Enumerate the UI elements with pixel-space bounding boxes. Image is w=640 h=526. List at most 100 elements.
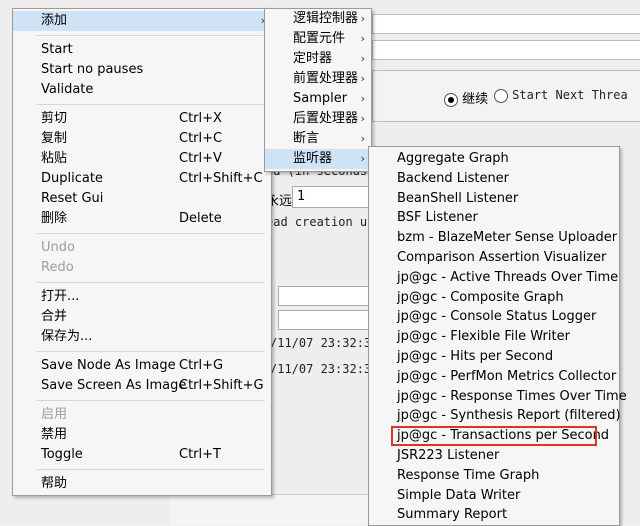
menu-item-cjk-7[interactable]: 复制 Ctrl+C (13, 129, 271, 149)
menu-item-label: JSR223 Listener (397, 448, 500, 463)
listener-item-jp-gc-synthesis-report-filtered[interactable]: jp@gc - Synthesis Report (filtered) (369, 406, 621, 426)
listener-item-jp-gc-hits-per-second[interactable]: jp@gc - Hits per Second (369, 347, 619, 367)
listener-item-jp-gc-flexible-file-writer[interactable]: jp@gc - Flexible File Writer (369, 327, 619, 347)
menu-item-label: 删除 (41, 211, 68, 226)
add-submenu-item-cjk-5[interactable]: 后置处理器 › (265, 109, 371, 129)
menu-item-label: jp@gc - Active Threads Over Time (397, 269, 619, 285)
menu-item-cjk-0[interactable]: 添加 › (13, 11, 271, 31)
menu-item-shortcut: Ctrl+Shift+C (179, 171, 263, 186)
listener-item-summary-report[interactable]: Summary Report (369, 505, 619, 525)
menu-separator (37, 104, 265, 105)
menu-item-start-no-pauses[interactable]: Start no pauses (13, 60, 271, 80)
add-submenu-item-cjk-3[interactable]: 前置处理器 › (265, 69, 371, 89)
comment-field[interactable] (372, 40, 640, 60)
submenu-arrow-icon: › (360, 72, 365, 85)
menu-item-label: Comparison Assertion Visualizer (397, 250, 607, 265)
menu-item-cjk-11[interactable]: 删除 Delete (13, 209, 271, 229)
menu-item-toggle[interactable]: Toggle Ctrl+T (13, 445, 271, 465)
menu-item-label: BeanShell Listener (397, 190, 519, 206)
menu-item-label: Aggregate Graph (397, 151, 509, 166)
listener-item-comparison-assertion-visualizer[interactable]: Comparison Assertion Visualizer (369, 248, 619, 268)
menu-item-label: Validate (41, 82, 94, 97)
menu-item-label: Reset Gui (41, 191, 104, 206)
menu-item-label: Simple Data Writer (397, 487, 521, 503)
menu-item-label: jp@gc - Response Times Over Time (397, 388, 627, 404)
menu-item-shortcut: Ctrl+G (179, 358, 224, 373)
menu-item-label: 断言 (293, 131, 320, 146)
radio-continue[interactable]: 继续 (444, 88, 488, 107)
listener-item-jsr223-listener[interactable]: JSR223 Listener (369, 446, 619, 466)
menu-item-redo: Redo (13, 258, 271, 278)
radio-continue-label: 继续 (462, 92, 489, 107)
menu-item-label: jp@gc - Flexible File Writer (397, 329, 570, 345)
menu-item-save-screen-as-image[interactable]: Save Screen As Image Ctrl+Shift+G (13, 376, 271, 396)
listener-item-bzm-blazemeter-sense-uploader[interactable]: bzm - BlazeMeter Sense Uploader (369, 228, 619, 248)
menu-item-save-node-as-image[interactable]: Save Node As Image Ctrl+G (13, 356, 271, 376)
listener-item-response-time-graph[interactable]: Response Time Graph (369, 466, 619, 486)
add-submenu-item-cjk-2[interactable]: 定时器 › (265, 49, 371, 69)
menu-item-label: 逻辑控制器 (293, 11, 359, 26)
menu-item-label: Save Node As Image (41, 358, 176, 373)
menu-item-shortcut: Delete (179, 211, 222, 226)
loop-count-value: 1 (297, 189, 306, 204)
menu-item-label: 定时器 (293, 51, 333, 66)
add-submenu-item-cjk-6[interactable]: 断言 › (265, 129, 371, 149)
menu-item-label: 打开... (41, 289, 80, 304)
menu-separator (37, 233, 265, 234)
listener-item-jp-gc-perfmon-metrics-collector[interactable]: jp@gc - PerfMon Metrics Collector (369, 367, 619, 387)
menu-item-reset-gui[interactable]: Reset Gui (13, 189, 271, 209)
radio-continue-button[interactable] (444, 92, 458, 107)
listener-item-jp-gc-composite-graph[interactable]: jp@gc - Composite Graph (369, 288, 619, 308)
menu-item-cjk-16[interactable]: 打开... (13, 287, 271, 307)
duration-input[interactable] (278, 286, 370, 306)
add-submenu-item-cjk-1[interactable]: 配置元件 › (265, 29, 371, 49)
menu-item-undo: Undo (13, 238, 271, 258)
menu-item-label: Toggle (41, 447, 83, 462)
menu-item-label: 启用 (41, 407, 68, 422)
menu-item-cjk-24[interactable]: 禁用 (13, 425, 271, 445)
submenu-arrow-icon: › (360, 112, 365, 125)
listener-item-beanshell-listener[interactable]: BeanShell Listener (369, 189, 619, 209)
menu-item-label: bzm - BlazeMeter Sense Uploader (397, 230, 618, 246)
add-submenu-item-sampler[interactable]: Sampler › (265, 89, 371, 109)
menu-separator (37, 400, 265, 401)
listener-item-jp-gc-response-times-over-time[interactable]: jp@gc - Response Times Over Time (369, 387, 627, 407)
add-submenu-item-cjk-0[interactable]: 逻辑控制器 › (265, 9, 371, 29)
listener-item-aggregate-graph[interactable]: Aggregate Graph (369, 149, 619, 169)
listener-item-jp-gc-transactions-per-second[interactable]: jp@gc - Transactions per Second (369, 426, 619, 447)
startup-delay-input[interactable] (278, 310, 370, 330)
menu-item-label: Start no pauses (41, 62, 144, 77)
menu-item-cjk-6[interactable]: 剪切 Ctrl+X (13, 109, 271, 129)
radio-start-next-label: Start Next Threa (512, 88, 628, 102)
menu-item-shortcut: Ctrl+X (179, 111, 222, 126)
radio-start-next-button[interactable] (494, 88, 508, 103)
menu-item-label: 前置处理器 (293, 71, 359, 86)
listener-item-backend-listener[interactable]: Backend Listener (369, 169, 619, 189)
menu-item-label: jp@gc - Hits per Second (397, 349, 554, 364)
listener-item-bsf-listener[interactable]: BSF Listener (369, 208, 619, 228)
menu-separator (37, 282, 265, 283)
listener-item-simple-data-writer[interactable]: Simple Data Writer (369, 486, 619, 506)
menu-item-label: Response Time Graph (397, 467, 540, 483)
name-field[interactable] (372, 14, 640, 34)
menu-item-label: 帮助 (41, 476, 68, 491)
menu-item-label: Backend Listener (397, 170, 510, 186)
listener-item-jp-gc-active-threads-over-time[interactable]: jp@gc - Active Threads Over Time (369, 268, 619, 288)
menu-item-cjk-18[interactable]: 保存为... (13, 327, 271, 347)
menu-item-cjk-8[interactable]: 粘贴 Ctrl+V (13, 149, 271, 169)
menu-item-cjk-27[interactable]: 帮助 (13, 474, 271, 494)
add-submenu-item-cjk-7[interactable]: 监听器 › (265, 149, 371, 169)
radio-start-next[interactable]: Start Next Threa (494, 88, 628, 103)
bottom-panel (170, 494, 368, 525)
menu-item-duplicate[interactable]: Duplicate Ctrl+Shift+C (13, 169, 271, 189)
menu-item-shortcut: Ctrl+C (179, 131, 223, 146)
menu-item-cjk-17[interactable]: 合并 (13, 307, 271, 327)
menu-separator (37, 469, 265, 470)
listener-item-jp-gc-console-status-logger[interactable]: jp@gc - Console Status Logger (369, 307, 619, 327)
menu-item-validate[interactable]: Validate (13, 80, 271, 100)
menu-item-label: Save Screen As Image (41, 378, 187, 393)
menu-item-start[interactable]: Start (13, 40, 271, 60)
loop-count-input[interactable]: 1 (292, 186, 370, 208)
menu-item-label: 剪切 (41, 111, 68, 126)
menu-item-label: Duplicate (41, 171, 103, 186)
